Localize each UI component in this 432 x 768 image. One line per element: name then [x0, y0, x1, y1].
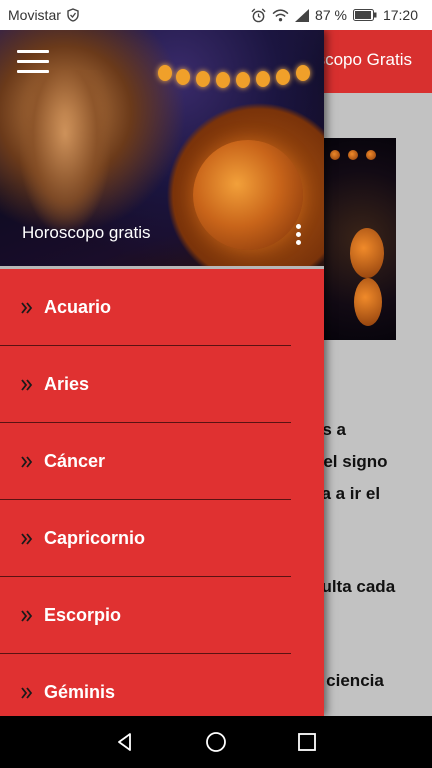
double-chevron-right-icon	[20, 532, 34, 546]
wifi-icon	[272, 8, 289, 22]
double-chevron-right-icon	[20, 378, 34, 392]
double-chevron-right-icon	[20, 301, 34, 315]
double-chevron-right-icon	[20, 455, 34, 469]
alarm-icon	[251, 7, 266, 23]
article-text-line: sulta cada	[312, 577, 396, 596]
menu-item-label: Géminis	[44, 682, 116, 702]
moon-phase	[354, 278, 382, 326]
toolbar-title: scopo Gratis	[316, 50, 412, 69]
clock-time: 17:20	[382, 7, 418, 23]
menu-item-label: Cáncer	[44, 451, 106, 471]
status-left: Movistar	[8, 7, 79, 23]
moon-phase	[348, 150, 358, 160]
double-chevron-right-icon	[20, 609, 34, 623]
moon-phase	[366, 150, 376, 160]
navigation-drawer: Horoscopo gratis Acuario Aries Cáncer Ca…	[0, 30, 324, 716]
menu-item-aries[interactable]: Aries	[0, 346, 324, 423]
double-chevron-right-icon	[20, 686, 34, 700]
orbit-dot	[236, 72, 250, 88]
menu-item-geminis[interactable]: Géminis	[0, 654, 324, 716]
home-icon[interactable]	[201, 727, 231, 757]
status-bar: Movistar 87 % 17:20	[0, 0, 432, 30]
menu-item-label: Aries	[44, 374, 90, 394]
menu-item-acuario[interactable]: Acuario	[0, 269, 324, 346]
drawer-header-title: Horoscopo gratis	[22, 223, 151, 242]
zodiac-menu-list: Acuario Aries Cáncer Capricornio Escorpi…	[0, 269, 324, 716]
hamburger-menu-icon[interactable]	[17, 50, 49, 74]
orbit-dot	[158, 65, 172, 81]
menu-item-escorpio[interactable]: Escorpio	[0, 577, 324, 654]
planet-image	[193, 140, 303, 250]
moon-phase	[330, 150, 340, 160]
battery-icon	[352, 9, 377, 21]
orbit-dot	[196, 71, 210, 87]
shield-icon	[67, 8, 79, 22]
menu-item-label: Escorpio	[44, 605, 122, 625]
zodiac-figure-image	[20, 70, 110, 230]
orbit-dot	[296, 65, 310, 81]
battery-percent: 87 %	[315, 7, 347, 23]
back-icon[interactable]	[110, 727, 140, 757]
status-right: 87 % 17:20	[251, 7, 418, 23]
orbit-dot	[216, 72, 230, 88]
moon-phase	[350, 228, 384, 278]
orbit-dot	[256, 71, 270, 87]
menu-item-cancer[interactable]: Cáncer	[0, 423, 324, 500]
menu-item-capricornio[interactable]: Capricornio	[0, 500, 324, 577]
orbit-dot	[276, 69, 290, 85]
orbit-dot	[176, 69, 190, 85]
recent-apps-icon[interactable]	[292, 727, 322, 757]
system-navigation-bar	[0, 716, 432, 768]
signal-icon	[295, 8, 310, 22]
drawer-header: Horoscopo gratis	[0, 30, 324, 266]
carrier-name: Movistar	[8, 7, 61, 23]
more-options-icon[interactable]	[292, 224, 304, 248]
menu-item-label: Acuario	[44, 297, 112, 317]
menu-item-label: Capricornio	[44, 528, 146, 548]
